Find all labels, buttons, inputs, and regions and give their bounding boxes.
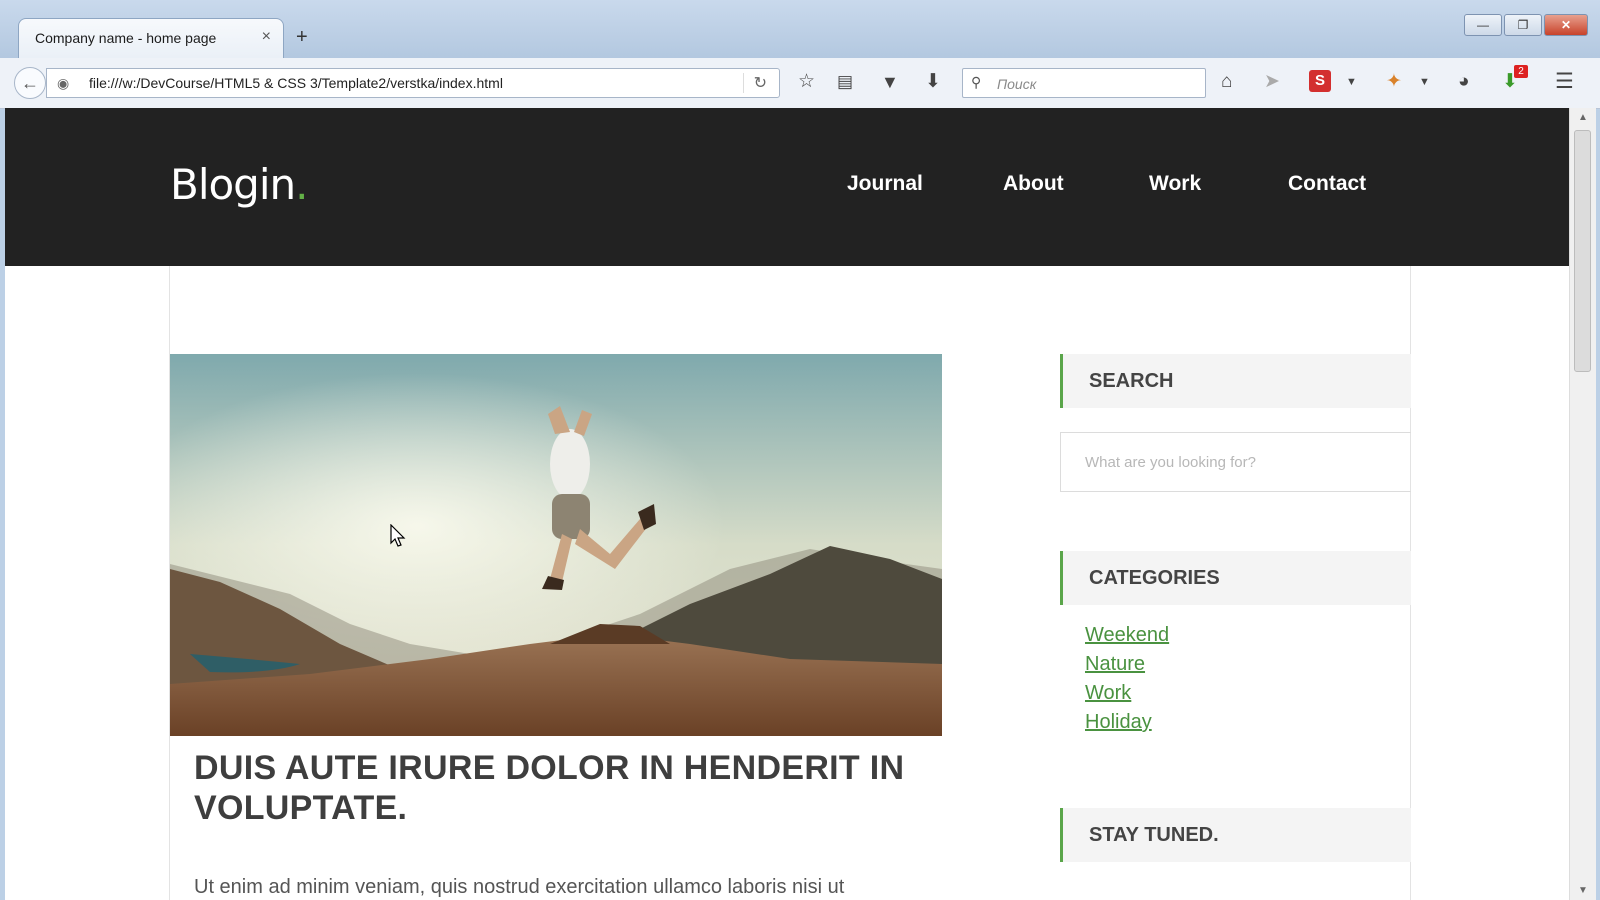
site-header: Blogin. Journal About Work Contact [5,108,1569,266]
page-viewport: Blogin. Journal About Work Contact DUIS … [5,108,1569,900]
nav-contact[interactable]: Contact [1288,172,1366,196]
search-widget-title: SEARCH [1089,370,1174,392]
category-link-nature[interactable]: Nature [1085,653,1145,676]
home-icon[interactable]: ⌂ [1221,71,1232,93]
sidebar-search-input[interactable] [1061,433,1411,491]
category-link-weekend[interactable]: Weekend [1085,624,1169,647]
send-icon[interactable]: ➤ [1264,71,1280,93]
notification-badge: 2 [1514,65,1528,78]
scroll-up-icon[interactable]: ▲ [1578,112,1588,123]
logo-text: Blogin [170,160,296,209]
chat-icon[interactable]: ◕ [1458,71,1469,93]
download-icon[interactable]: ⬇ [925,71,941,93]
scroll-down-icon[interactable]: ▼ [1578,885,1588,896]
back-icon[interactable]: ← [14,67,46,99]
categories-widget-title: CATEGORIES [1089,567,1220,589]
category-link-holiday[interactable]: Holiday [1085,711,1152,734]
new-tab-button[interactable]: + [296,27,308,47]
browser-search-field[interactable]: ⚲ Поиск [962,68,1206,98]
browser-toolbar: ← ◉ file:///w:/DevCourse/HTML5 & CSS 3/T… [0,58,1600,109]
site-logo[interactable]: Blogin. [170,160,309,209]
categories-widget-header: CATEGORIES [1060,551,1411,605]
stay-tuned-widget-header: STAY TUNED. [1060,808,1411,862]
minimize-button[interactable]: — [1464,14,1502,36]
post-excerpt: Ut enim ad minim veniam, quis nostrud ex… [194,876,845,898]
address-bar[interactable]: ◉ file:///w:/DevCourse/HTML5 & CSS 3/Tem… [46,68,780,98]
close-window-button[interactable]: ✕ [1544,14,1588,36]
pocket-icon[interactable]: ▼ [881,71,899,93]
page-scrollbar[interactable]: ▲ ▼ [1569,108,1596,900]
title-bar: Company name - home page × + — ❐ ✕ [0,0,1600,58]
s-extension-icon[interactable]: S [1309,70,1331,92]
reload-icon[interactable]: ↻ [742,73,767,93]
url-text[interactable]: file:///w:/DevCourse/HTML5 & CSS 3/Templ… [89,75,503,91]
nav-about[interactable]: About [1003,172,1064,196]
search-widget-header: SEARCH [1060,354,1411,408]
browser-tab[interactable]: Company name - home page × [18,18,284,58]
browser-search-placeholder: Поиск [997,76,1037,92]
menu-icon[interactable]: ☰ [1555,71,1574,93]
maximize-button[interactable]: ❐ [1504,14,1542,36]
category-link-work[interactable]: Work [1085,682,1131,705]
reading-list-icon[interactable]: ▤ [837,71,853,93]
dropdown-arrow-icon[interactable]: ▼ [1346,71,1357,93]
window-controls: — ❐ ✕ [1464,14,1588,36]
dropdown-arrow-icon[interactable]: ▼ [1419,71,1430,93]
mouse-cursor-icon [390,524,406,547]
hero-photo [170,354,942,736]
post-hero-image[interactable] [170,354,942,736]
scrollbar-thumb[interactable] [1574,130,1591,372]
logo-dot: . [295,160,308,209]
post-title[interactable]: DUIS AUTE IRURE DOLOR IN HENDERIT IN VOL… [194,748,914,828]
extension-icon[interactable]: ✦ [1386,71,1402,93]
bookmark-star-icon[interactable]: ☆ [798,71,815,93]
sidebar-search-box[interactable] [1060,432,1411,492]
nav-journal[interactable]: Journal [847,172,923,196]
tab-title: Company name - home page [35,30,217,46]
search-icon: ⚲ [971,74,982,90]
stay-tuned-widget-title: STAY TUNED. [1089,824,1219,846]
tab-close-icon[interactable]: × [262,28,271,46]
nav-work[interactable]: Work [1149,172,1201,196]
globe-icon: ◉ [57,75,70,91]
